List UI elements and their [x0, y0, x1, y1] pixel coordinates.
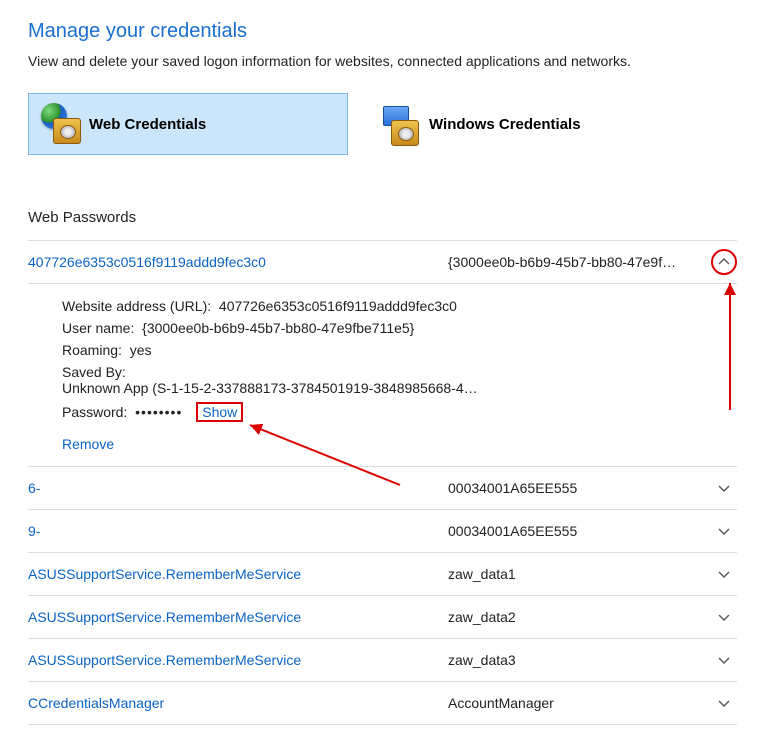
chevron-down-icon — [718, 697, 730, 709]
credential-detail: Website address (URL)407726e6353c0516f91… — [28, 284, 737, 467]
credential-list: 407726e6353c0516f9119addd9fec3c0 {3000ee… — [28, 240, 737, 725]
password-label: Password — [62, 404, 135, 420]
page-title: Manage your credentials — [28, 20, 737, 43]
credential-value: zaw_data2 — [448, 609, 711, 625]
chevron-down-icon — [718, 654, 730, 666]
expand-button[interactable] — [711, 475, 737, 501]
credential-value: 00034001A65EE555 — [448, 480, 711, 496]
chevron-down-icon — [718, 611, 730, 623]
credential-row[interactable]: CCredentialsManager AccountManager — [28, 682, 737, 725]
credential-type-tabs: Web Credentials Windows Credentials — [28, 93, 737, 155]
tab-windows-credentials[interactable]: Windows Credentials — [368, 93, 688, 155]
tab-web-label: Web Credentials — [89, 116, 206, 133]
credential-row[interactable]: 9- 00034001A65EE555 — [28, 510, 737, 553]
username-label: User name — [62, 320, 142, 336]
credential-row[interactable]: ASUSSupportService.RememberMeService zaw… — [28, 639, 737, 682]
credential-name: 9- — [28, 523, 448, 539]
url-value: 407726e6353c0516f9119addd9fec3c0 — [219, 298, 457, 314]
credential-row-expanded[interactable]: 407726e6353c0516f9119addd9fec3c0 {3000ee… — [28, 241, 737, 284]
expand-button[interactable] — [711, 518, 737, 544]
expand-button[interactable] — [711, 690, 737, 716]
collapse-button[interactable] — [711, 249, 737, 275]
credential-row[interactable]: 6- 00034001A65EE555 — [28, 467, 737, 510]
chevron-down-icon — [718, 482, 730, 494]
credential-name: ASUSSupportService.RememberMeService — [28, 609, 448, 625]
credential-name: 407726e6353c0516f9119addd9fec3c0 — [28, 254, 448, 270]
credential-value: {3000ee0b-b6b9-45b7-bb80-47e9f… — [448, 254, 711, 270]
tab-windows-label: Windows Credentials — [429, 116, 581, 133]
credential-name: 6- — [28, 480, 448, 496]
credential-row[interactable]: ASUSSupportService.RememberMeService zaw… — [28, 553, 737, 596]
remove-credential-link[interactable]: Remove — [62, 436, 114, 452]
credential-row[interactable]: ASUSSupportService.RememberMeService zaw… — [28, 596, 737, 639]
web-credentials-icon — [39, 102, 83, 146]
chevron-up-icon — [718, 256, 730, 268]
credential-name: ASUSSupportService.RememberMeService — [28, 566, 448, 582]
expand-button[interactable] — [711, 604, 737, 630]
savedby-label: Saved By: — [62, 364, 126, 380]
url-label: Website address (URL) — [62, 298, 219, 314]
page-subtitle: View and delete your saved logon informa… — [28, 53, 737, 69]
chevron-down-icon — [718, 568, 730, 580]
password-value-masked: •••••••• — [135, 404, 182, 420]
credential-name: ASUSSupportService.RememberMeService — [28, 652, 448, 668]
expand-button[interactable] — [711, 647, 737, 673]
credential-name: CCredentialsManager — [28, 695, 448, 711]
credential-value: 00034001A65EE555 — [448, 523, 711, 539]
show-password-button[interactable]: Show — [196, 402, 243, 422]
section-title: Web Passwords — [28, 209, 737, 226]
savedby-value: Unknown App (S-1-15-2-337888173-37845019… — [62, 380, 478, 396]
credential-value: zaw_data1 — [448, 566, 711, 582]
credential-value: zaw_data3 — [448, 652, 711, 668]
expand-button[interactable] — [711, 561, 737, 587]
username-value: {3000ee0b-b6b9-45b7-bb80-47e9fbe711e5} — [142, 320, 414, 336]
tab-web-credentials[interactable]: Web Credentials — [28, 93, 348, 155]
roaming-value: yes — [130, 342, 152, 358]
chevron-down-icon — [718, 525, 730, 537]
credential-value: AccountManager — [448, 695, 711, 711]
roaming-label: Roaming — [62, 342, 130, 358]
windows-credentials-icon — [379, 102, 423, 146]
